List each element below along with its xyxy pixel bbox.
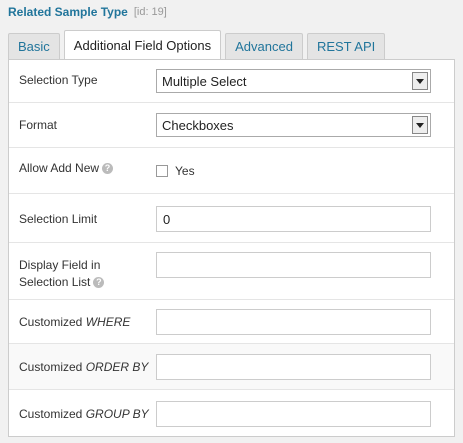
field-title: Related Sample Type — [8, 5, 128, 19]
customized-where-keyword: WHERE — [85, 315, 131, 329]
display-field-label-line1: Display Field in — [19, 258, 101, 272]
chevron-down-icon — [412, 116, 428, 134]
customized-where-prefix: Customized — [19, 315, 86, 329]
allow-add-new-yes-label[interactable]: Yes — [175, 164, 195, 178]
field-id-tag: [id: 19] — [133, 6, 167, 18]
customized-group-by-prefix: Customized — [19, 407, 86, 421]
format-value: Checkboxes — [162, 117, 234, 133]
row-customized-where: Customized WHERE — [9, 300, 454, 344]
display-field-label: Display Field in Selection List? — [19, 257, 105, 291]
row-allow-add-new: Allow Add New? Yes — [9, 148, 454, 194]
options-panel: Selection Type Multiple Select Format Ch… — [8, 59, 455, 437]
selection-type-label: Selection Type — [19, 73, 98, 87]
customized-order-by-prefix: Customized — [19, 360, 86, 374]
selection-limit-value: 0 — [163, 211, 171, 227]
display-field-input[interactable] — [156, 252, 431, 278]
allow-add-new-label: Allow Add New? — [19, 160, 114, 177]
customized-where-label: Customized WHERE — [19, 314, 130, 331]
header: Related Sample Type [id: 19] — [8, 3, 167, 21]
customized-group-by-keyword: GROUP BY — [85, 407, 149, 421]
help-icon[interactable]: ? — [93, 277, 105, 289]
customized-group-by-label: Customized GROUP BY — [19, 406, 149, 423]
selection-limit-input[interactable]: 0 — [156, 206, 431, 232]
chevron-down-icon — [412, 72, 428, 90]
selection-type-select[interactable]: Multiple Select — [156, 69, 431, 93]
selection-limit-label: Selection Limit — [19, 212, 98, 226]
format-label: Format — [19, 118, 58, 132]
customized-where-input[interactable] — [156, 309, 431, 335]
tab-rest-api[interactable]: REST API — [306, 33, 386, 59]
customized-group-by-input[interactable] — [156, 401, 431, 427]
tab-bar: Basic Additional Field Options Advanced … — [8, 30, 455, 59]
format-select[interactable]: Checkboxes — [156, 113, 431, 137]
tab-additional-field-options[interactable]: Additional Field Options — [63, 30, 222, 59]
selection-type-value: Multiple Select — [162, 73, 247, 89]
row-format: Format Checkboxes — [9, 103, 454, 148]
display-field-label-line2: Selection List — [19, 275, 91, 289]
row-customized-group-by: Customized GROUP BY — [9, 390, 454, 436]
row-selection-type: Selection Type Multiple Select — [9, 60, 454, 103]
row-customized-order-by: Customized ORDER BY — [9, 344, 454, 390]
customized-order-by-input[interactable] — [156, 354, 431, 380]
tab-advanced[interactable]: Advanced — [225, 33, 303, 59]
allow-add-new-checkbox[interactable] — [156, 165, 168, 177]
help-icon[interactable]: ? — [102, 163, 114, 175]
customized-order-by-label: Customized ORDER BY — [19, 359, 148, 376]
customized-order-by-keyword: ORDER BY — [85, 360, 149, 374]
row-display-field: Display Field in Selection List? — [9, 243, 454, 300]
row-selection-limit: Selection Limit 0 — [9, 194, 454, 243]
tab-basic[interactable]: Basic — [8, 33, 60, 59]
allow-add-new-text: Allow Add New — [19, 161, 100, 175]
